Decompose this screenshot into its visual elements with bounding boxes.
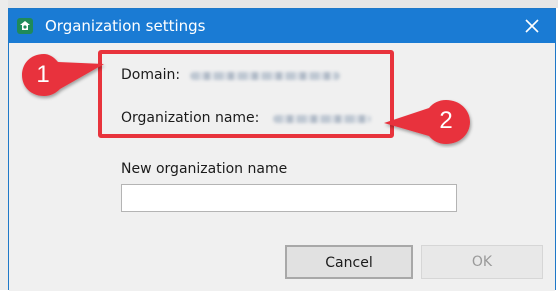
title-bar: Organization settings xyxy=(9,9,555,43)
close-button[interactable] xyxy=(509,9,555,43)
callout-1: 1 xyxy=(18,50,108,102)
organization-settings-icon xyxy=(17,18,33,34)
annotation-highlight-box xyxy=(98,50,394,138)
cancel-button[interactable]: Cancel xyxy=(285,245,413,279)
new-organization-name-input[interactable] xyxy=(121,184,457,212)
ok-button[interactable]: OK xyxy=(421,245,543,279)
callout-2-number: 2 xyxy=(439,107,453,134)
callout-1-number: 1 xyxy=(36,61,50,88)
new-organization-name-label: New organization name xyxy=(121,161,288,177)
background-frame-top xyxy=(0,0,558,8)
close-icon xyxy=(525,19,539,33)
background-frame-left xyxy=(0,0,8,290)
callout-2: 2 xyxy=(378,96,474,148)
window-title: Organization settings xyxy=(45,17,206,35)
